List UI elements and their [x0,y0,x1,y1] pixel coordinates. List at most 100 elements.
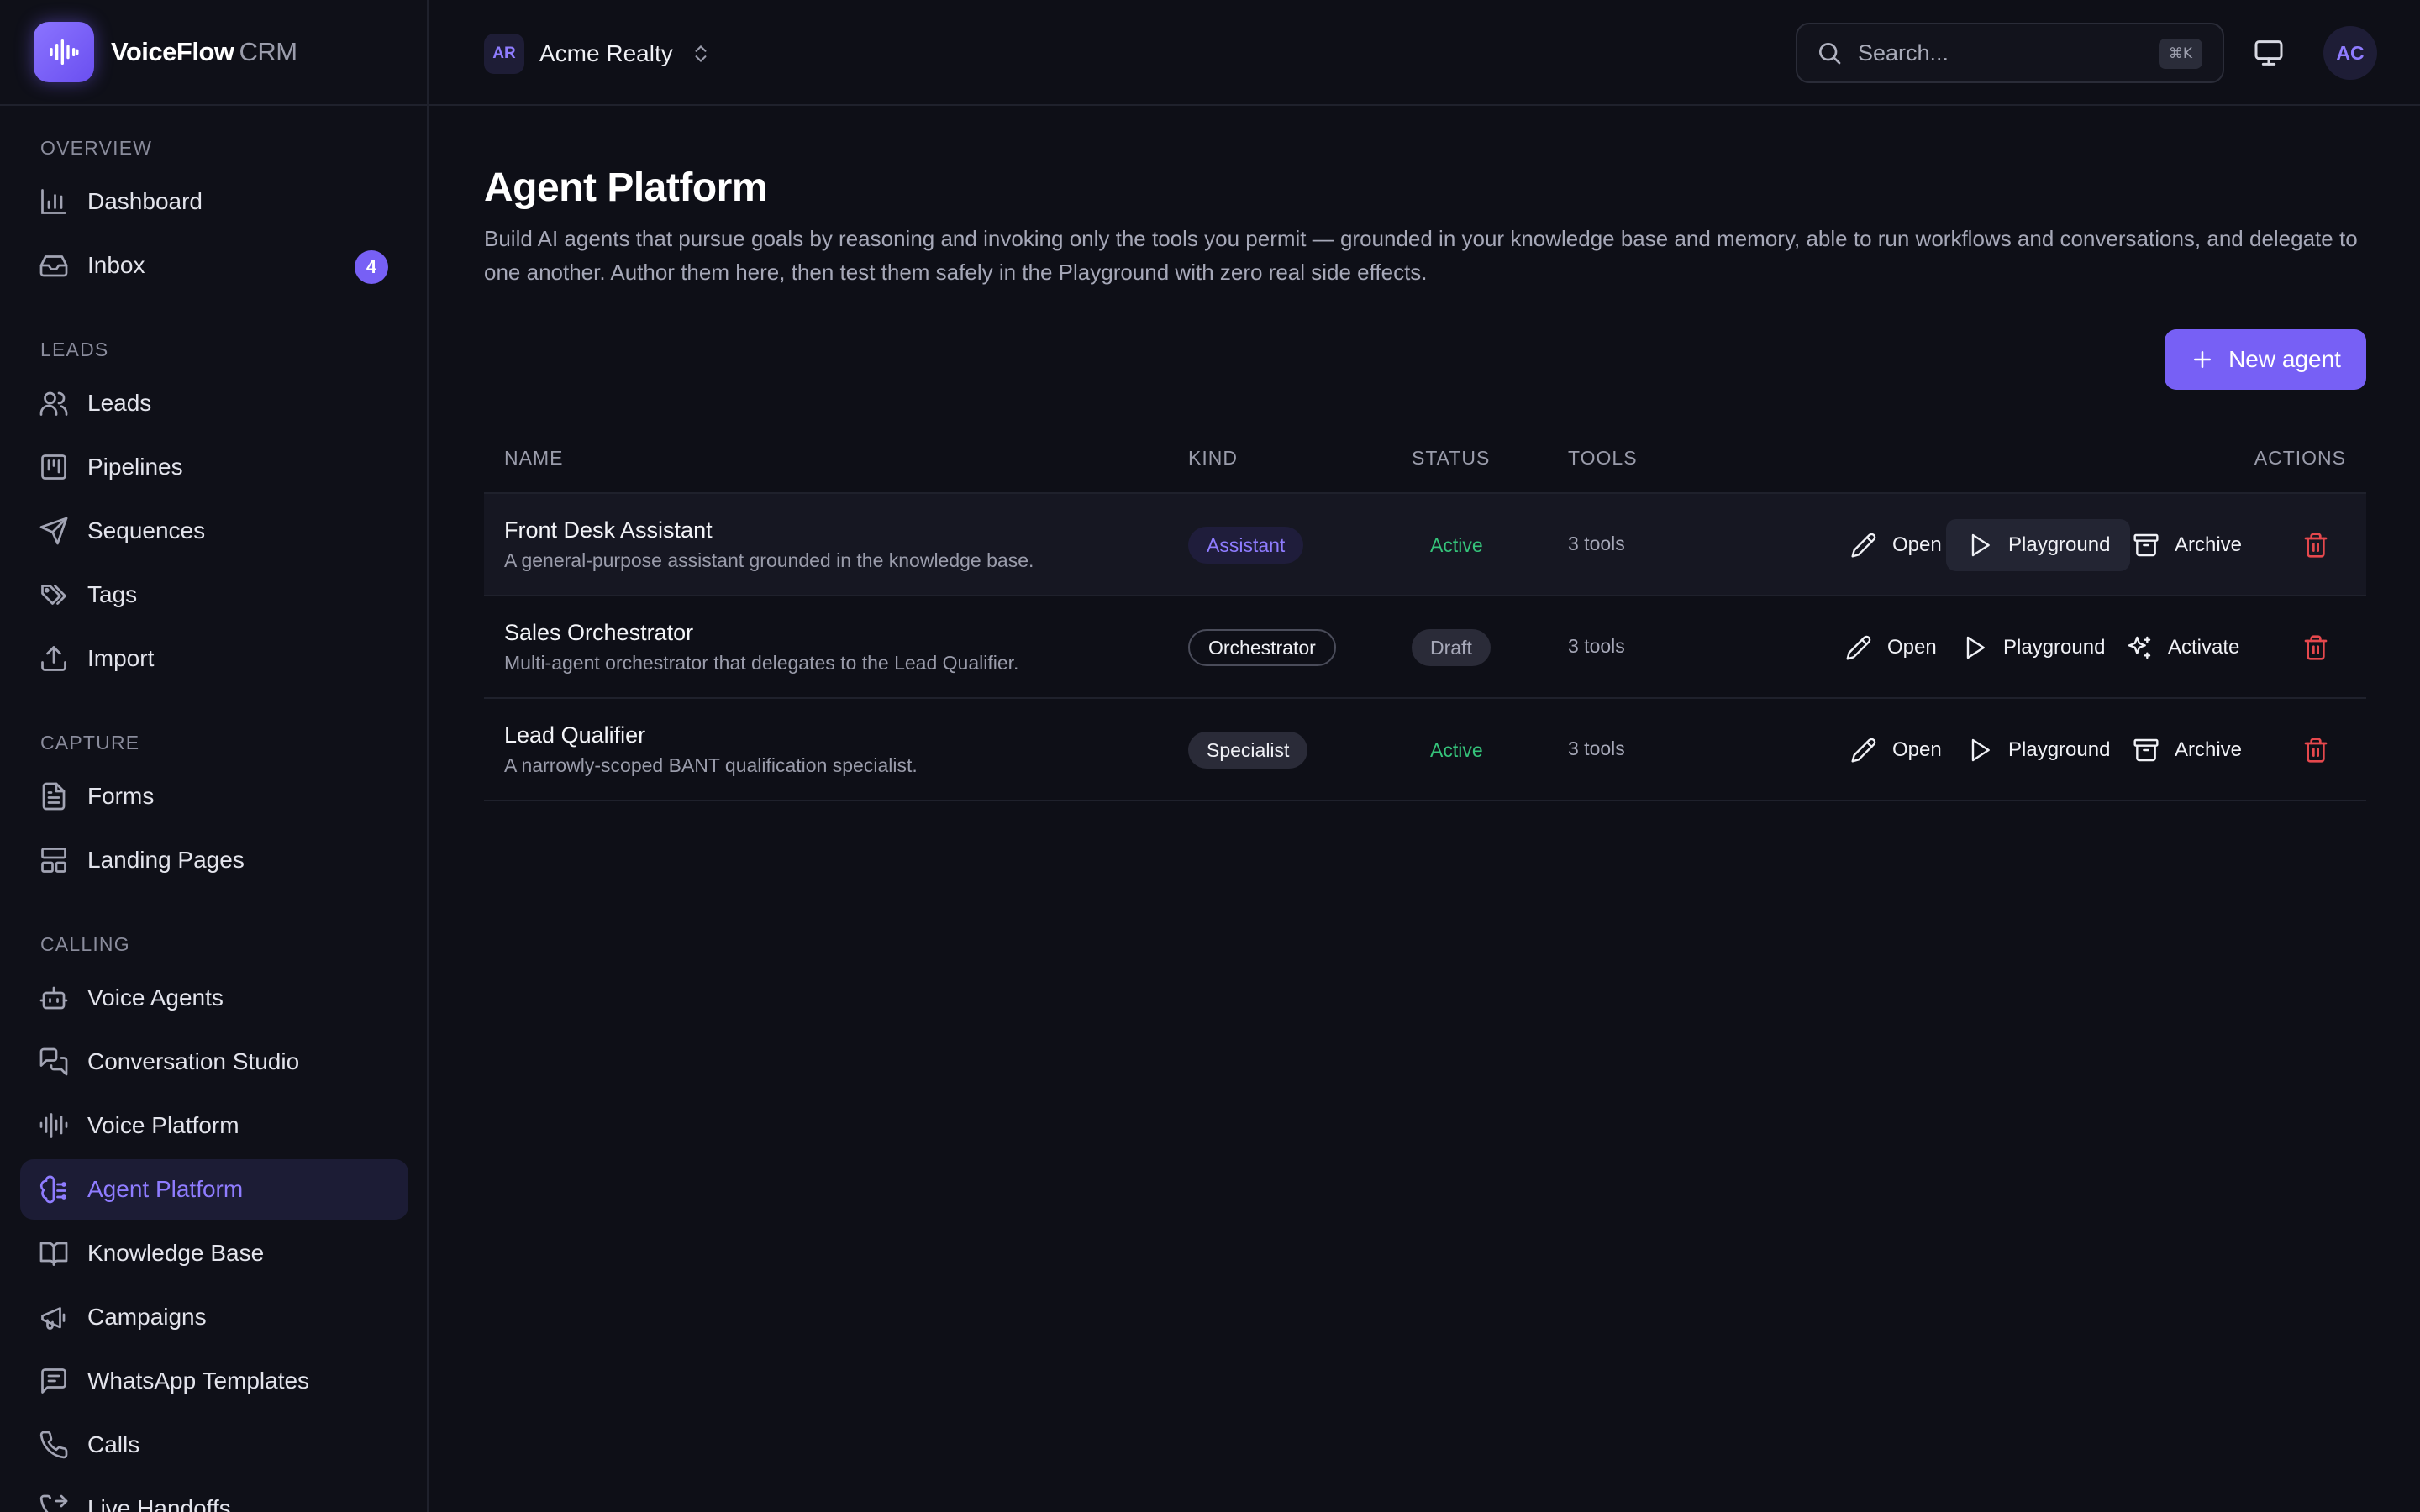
tags-icon [39,580,69,610]
org-switcher[interactable]: AR Acme Realty [484,33,712,75]
tools-count: 3 tools [1568,738,1625,759]
sidebar-item-leads[interactable]: Leads [20,373,408,433]
sidebar-item-landing-pages[interactable]: Landing Pages [20,830,408,890]
table-row[interactable]: Lead Qualifier A narrowly-scoped BANT qu… [484,699,2366,801]
file-text-icon [39,781,69,811]
agent-name[interactable]: Front Desk Assistant [504,517,713,543]
activate-label: Activate [2168,636,2240,659]
nav-section-leads: LEADS [40,339,109,360]
monitor-icon[interactable] [2252,36,2286,70]
phone-icon [39,1430,69,1460]
sidebar-item-forms[interactable]: Forms [20,766,408,827]
play-icon [1966,532,1993,559]
sidebar-item-label: Landing Pages [87,847,245,873]
top-bar: AR Acme Realty Search... ⌘K AC [429,0,2420,106]
open-label: Open [1892,533,1942,556]
sidebar-item-pipelines[interactable]: Pipelines [20,437,408,497]
upload-icon [39,643,69,674]
header-kind: KIND [1188,447,1238,469]
search-placeholder: Search... [1858,39,1949,66]
archive-button[interactable]: Archive [2112,519,2262,571]
kind-badge: Assistant [1188,527,1304,564]
tools-count: 3 tools [1568,635,1625,657]
sidebar-item-voice-agents[interactable]: Voice Agents [20,968,408,1028]
bar-chart-icon [39,186,69,217]
chevrons-up-down-icon [690,43,712,65]
trash-icon [2302,737,2329,764]
bot-icon [39,983,69,1013]
sidebar-item-whatsapp-templates[interactable]: WhatsApp Templates [20,1351,408,1411]
kanban-icon [39,452,69,482]
sidebar-item-conversation-studio[interactable]: Conversation Studio [20,1032,408,1092]
inbox-count-badge: 4 [355,250,388,284]
activate-button[interactable]: Activate [2106,622,2260,674]
archive-button[interactable]: Archive [2112,724,2262,776]
table-row[interactable]: Front Desk Assistant A general-purpose a… [484,494,2366,596]
archive-icon [2133,532,2160,559]
send-icon [39,516,69,546]
header-actions: ACTIONS [2254,447,2346,469]
sidebar-item-agent-platform[interactable]: Agent Platform [20,1159,408,1220]
page-description: Build AI agents that pursue goals by rea… [484,226,2358,285]
sidebar-item-import[interactable]: Import [20,628,408,689]
sidebar-item-sequences[interactable]: Sequences [20,501,408,561]
delete-button[interactable] [2299,519,2333,571]
sidebar-item-dashboard[interactable]: Dashboard [20,171,408,232]
plus-icon [2190,347,2215,372]
delete-button[interactable] [2299,622,2333,674]
audio-lines-icon [39,1110,69,1141]
brand-name: VoiceFlow CRM [111,37,297,66]
search-input[interactable]: Search... ⌘K [1796,23,2224,83]
agent-name[interactable]: Lead Qualifier [504,722,645,748]
playground-label: Playground [2008,533,2111,556]
kind-badge: Orchestrator [1188,629,1336,666]
open-label: Open [1887,636,1937,659]
sidebar-item-calls[interactable]: Calls [20,1415,408,1475]
open-button[interactable]: Open [1830,724,1962,776]
sidebar-item-inbox[interactable]: Inbox 4 [20,235,408,296]
status-badge: Active [1430,738,1483,761]
playground-label: Playground [2008,738,2111,761]
sidebar-item-label: Leads [87,390,152,416]
agents-table: NAME KIND STATUS TOOLS ACTIONS Front Des… [484,425,2366,801]
sidebar-item-label: Calls [87,1431,140,1457]
audio-wave-logo-icon[interactable] [34,22,94,82]
user-avatar[interactable]: AC [2323,26,2377,80]
sidebar-item-live-handoffs[interactable]: Live Handoffs [20,1478,408,1512]
main-content: Agent Platform Build AI agents that purs… [429,108,2420,1512]
page-title: Agent Platform [484,165,768,210]
header-tools: TOOLS [1568,447,1638,469]
table-header: NAME KIND STATUS TOOLS ACTIONS [484,425,2366,494]
book-open-icon [39,1238,69,1268]
trash-icon [2302,634,2329,661]
open-button[interactable]: Open [1830,519,1962,571]
sidebar-item-label: Conversation Studio [87,1048,300,1074]
sidebar-item-label: Pipelines [87,454,183,480]
agent-name[interactable]: Sales Orchestrator [504,620,693,646]
sidebar-item-label: Voice Agents [87,984,224,1011]
message-square-icon [39,1366,69,1396]
playground-button[interactable]: Playground [1946,519,2131,571]
sidebar-item-label: Forms [87,783,155,809]
playground-button[interactable]: Playground [1946,724,2130,776]
sidebar-item-label: Campaigns [87,1304,207,1330]
status-badge: Draft [1412,629,1491,666]
sidebar-item-label: Sequences [87,517,206,543]
play-icon [1966,737,1993,764]
sidebar-item-voice-platform[interactable]: Voice Platform [20,1095,408,1156]
sidebar-item-campaigns[interactable]: Campaigns [20,1287,408,1347]
open-button[interactable]: Open [1825,622,1957,674]
archive-label: Archive [2175,533,2243,556]
new-agent-button[interactable]: New agent [2165,329,2366,390]
agent-description: A general-purpose assistant grounded in … [504,549,1034,571]
table-row[interactable]: Sales Orchestrator Multi-agent orchestra… [484,596,2366,699]
header-status: STATUS [1412,447,1491,469]
sidebar-item-knowledge-base[interactable]: Knowledge Base [20,1223,408,1284]
delete-button[interactable] [2299,724,2333,776]
new-agent-label: New agent [2228,346,2341,372]
playground-button[interactable]: Playground [1941,622,2125,674]
sparkles-icon [2126,634,2153,661]
play-icon [1961,634,1988,661]
sidebar-item-label: Live Handoffs [87,1495,231,1512]
sidebar-item-tags[interactable]: Tags [20,564,408,625]
